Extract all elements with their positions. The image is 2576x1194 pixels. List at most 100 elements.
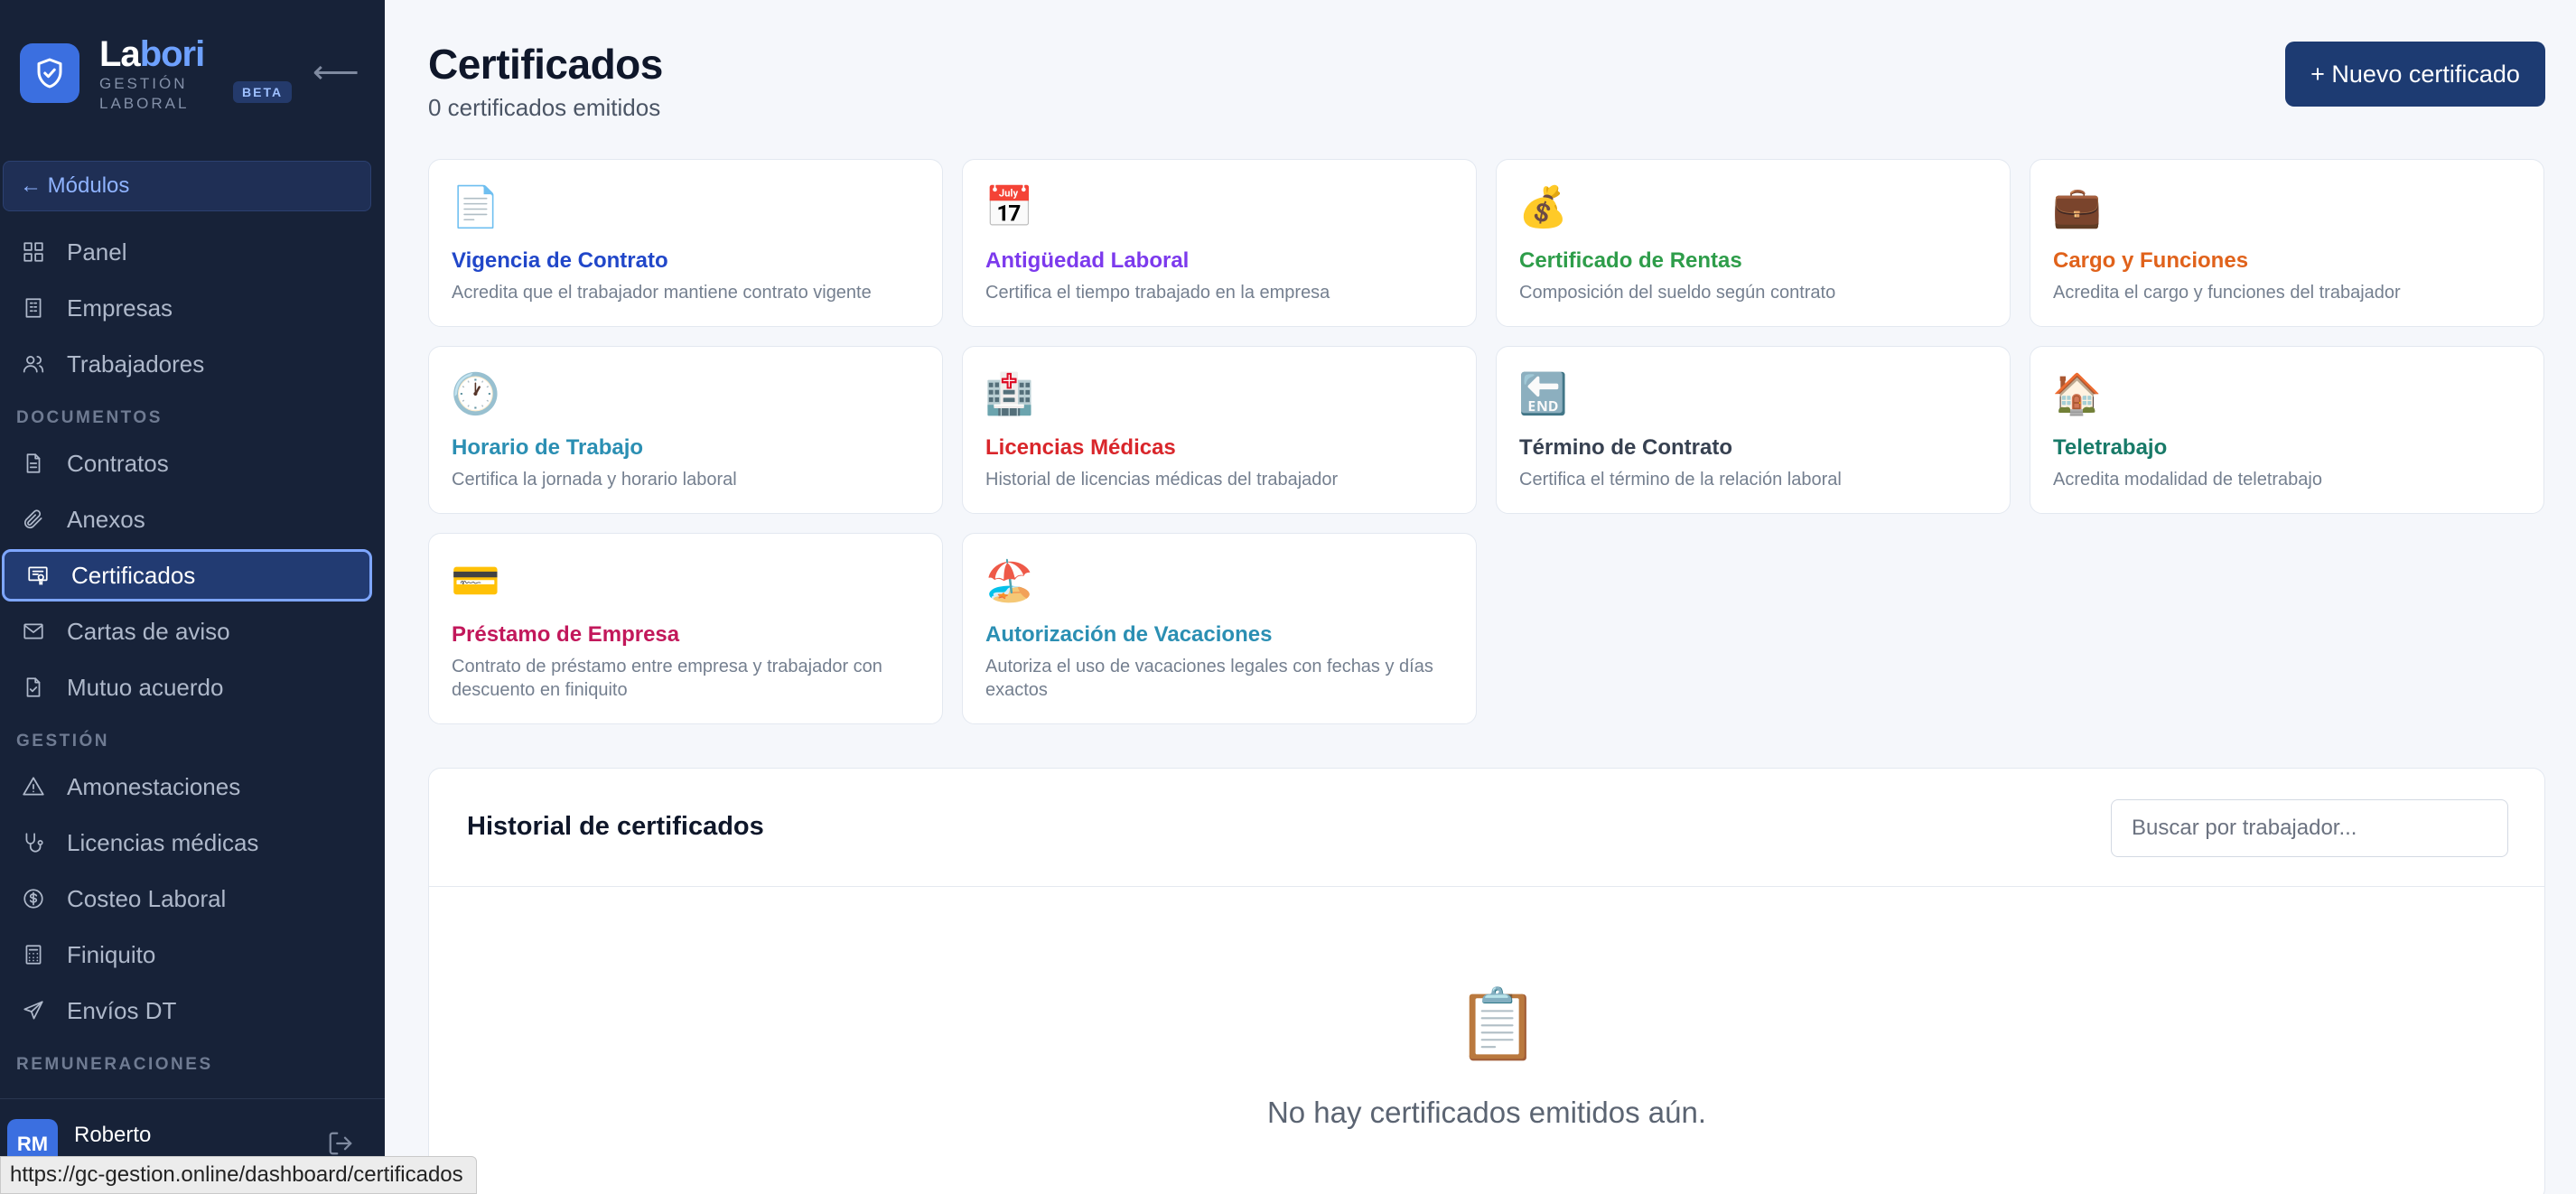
certificate-type-card[interactable]: 🔚 Término de Contrato Certifica el término… [1496,346,2011,514]
sidebar-item-label: Cartas de aviso [67,617,230,645]
collapse-sidebar-button[interactable]: ⟵ [313,54,359,90]
card-emoji-icon: 💰 [1518,185,1568,229]
card-description: Composición del sueldo según contrato [1519,283,1836,303]
sidebar-item-anexos[interactable]: Anexos [0,493,372,546]
certificate-type-card[interactable]: 📄 Vigencia de Contrato Acredita que el tra… [428,159,943,327]
section-label: REMUNERACIONES [16,1055,213,1074]
card-title: Licencias Médicas [985,435,1176,460]
card-emoji-icon: 🔚 [1518,372,1568,416]
user-name: Roberto [74,1123,152,1147]
history-panel: Historial de certificados 📋 No hay certi… [428,768,2545,1194]
sidebar-item-envíos-dt[interactable]: Envíos DT [0,984,372,1037]
card-description: Certifica el tiempo trabajado en la empr… [985,283,1330,303]
card-title: Cargo y Funciones [2053,248,2249,273]
card-title: Vigencia de Contrato [452,248,668,273]
clipboard-icon: 📋 [1455,986,1541,1063]
sidebar-item-licencias-médicas[interactable]: Licencias médicas [0,816,372,869]
sidebar-item-empresas[interactable]: Empresas [0,282,372,334]
sidebar: Labori GESTIÓN LABORAL BETA ⟵ ← Módulos … [0,0,385,1194]
certificate-type-card[interactable]: 💳 Préstamo de Empresa Contrato de préstamo… [428,533,943,724]
card-emoji-icon: 📅 [985,185,1034,229]
sidebar-item-amonestaciones[interactable]: Amonestaciones [0,760,372,813]
sidebar-item-label: Empresas [67,294,173,322]
shield-check-icon [20,43,79,103]
card-title: Antigüedad Laboral [985,248,1190,273]
sidebar-item-costeo-laboral[interactable]: Costeo Laboral [0,872,372,925]
card-emoji-icon: 🏖️ [985,559,1034,603]
brand-name: Labori [99,34,205,74]
certificate-type-card[interactable]: 📅 Antigüedad Laboral Certifica el tiempo t… [962,159,1477,327]
card-emoji-icon: 🏠 [2052,372,2102,416]
card-emoji-icon: 🏥 [985,372,1034,416]
sidebar-item-label: Panel [67,238,127,266]
sidebar-item-label: Licencias médicas [67,828,259,856]
card-description: Contrato de préstamo entre empresa y tra… [452,657,882,700]
sidebar-item-finiquito[interactable]: Finiquito [0,928,372,981]
modules-back-button[interactable]: ← Módulos [3,161,371,211]
page-title: Certificados [428,41,663,88]
paperclip-icon [20,506,47,533]
card-title: Teletrabajo [2053,435,2168,460]
page-subtitle: 0 certificados emitidos [428,94,661,121]
send-icon [20,997,47,1024]
card-description: Autoriza el uso de vacaciones legales co… [985,657,1433,700]
sidebar-item-label: Costeo Laboral [67,884,227,912]
card-description: Certifica la jornada y horario laboral [452,470,737,490]
card-description: Historial de licencias médicas del traba… [985,470,1339,490]
card-title: Préstamo de Empresa [452,622,680,647]
sidebar-item-label: Finiquito [67,940,156,968]
divider [429,886,2544,887]
dashboard-icon [20,238,47,266]
sidebar-item-label: Contratos [67,449,169,477]
dollar-icon [20,885,47,912]
beta-badge: BETA [233,81,293,103]
section-label: GESTIÓN [16,732,110,751]
document-icon [20,450,47,477]
card-emoji-icon: 🕐 [451,372,500,416]
card-title: Autorización de Vacaciones [985,622,1273,647]
card-emoji-icon: 💼 [2052,185,2102,229]
sidebar-item-label: Anexos [67,505,145,533]
sidebar-item-cartas-de-aviso[interactable]: Cartas de aviso [0,605,372,658]
sidebar-item-label: Certificados [71,561,196,589]
card-emoji-icon: 💳 [451,559,500,603]
brand: Labori GESTIÓN LABORAL BETA ⟵ [20,34,372,114]
certificate-type-card[interactable]: 🕐 Horario de Trabajo Certifica la jornada … [428,346,943,514]
brand-subtitle: GESTIÓN LABORAL [99,75,190,112]
mail-icon [20,618,47,645]
section-label: DOCUMENTOS [16,408,163,427]
card-description: Acredita que el trabajador mantiene cont… [452,283,872,303]
certificate-type-card[interactable]: 🏠 Teletrabajo Acredita modalidad de teletr… [2030,346,2544,514]
document-check-icon [20,674,47,701]
stethoscope-icon [20,829,47,856]
search-input[interactable] [2111,799,2508,857]
status-bar-url: https://gc-gestion.online/dashboard/cert… [0,1156,477,1194]
card-emoji-icon: 📄 [451,185,500,229]
sidebar-item-mutuo-acuerdo[interactable]: Mutuo acuerdo [0,661,372,714]
history-title: Historial de certificados [467,812,764,841]
calculator-icon [20,941,47,968]
sidebar-item-label: Mutuo acuerdo [67,673,224,701]
card-description: Acredita el cargo y funciones del trabaj… [2053,283,2401,303]
card-description: Acredita modalidad de teletrabajo [2053,470,2322,490]
sidebar-item-trabajadores[interactable]: Trabajadores [0,338,372,390]
card-title: Certificado de Rentas [1519,248,1742,273]
sidebar-item-label: Amonestaciones [67,772,241,800]
card-description: Certifica el término de la relación labo… [1519,470,1842,490]
card-title: Término de Contrato [1519,435,1733,460]
sidebar-item-contratos[interactable]: Contratos [0,437,372,490]
certificate-type-card[interactable]: 💼 Cargo y Funciones Acredita el cargo y fu… [2030,159,2544,327]
certificate-type-card[interactable]: 🏖️ Autorización de Vacaciones Autoriza el … [962,533,1477,724]
card-title: Horario de Trabajo [452,435,644,460]
sidebar-item-label: Envíos DT [67,996,177,1024]
new-certificate-button[interactable]: + Nuevo certificado [2285,42,2545,107]
certificate-type-card[interactable]: 💰 Certificado de Rentas Composición del su… [1496,159,2011,327]
certificate-icon [24,562,51,589]
users-icon [20,350,47,378]
sidebar-item-panel[interactable]: Panel [0,226,372,278]
certificate-type-card[interactable]: 🏥 Licencias Médicas Historial de licencias… [962,346,1477,514]
empty-state-text: No hay certificados emitidos aún. [1266,1096,1707,1129]
warning-icon [20,773,47,800]
sidebar-item-label: Trabajadores [67,350,205,378]
sidebar-item-certificados[interactable]: Certificados [2,549,372,602]
